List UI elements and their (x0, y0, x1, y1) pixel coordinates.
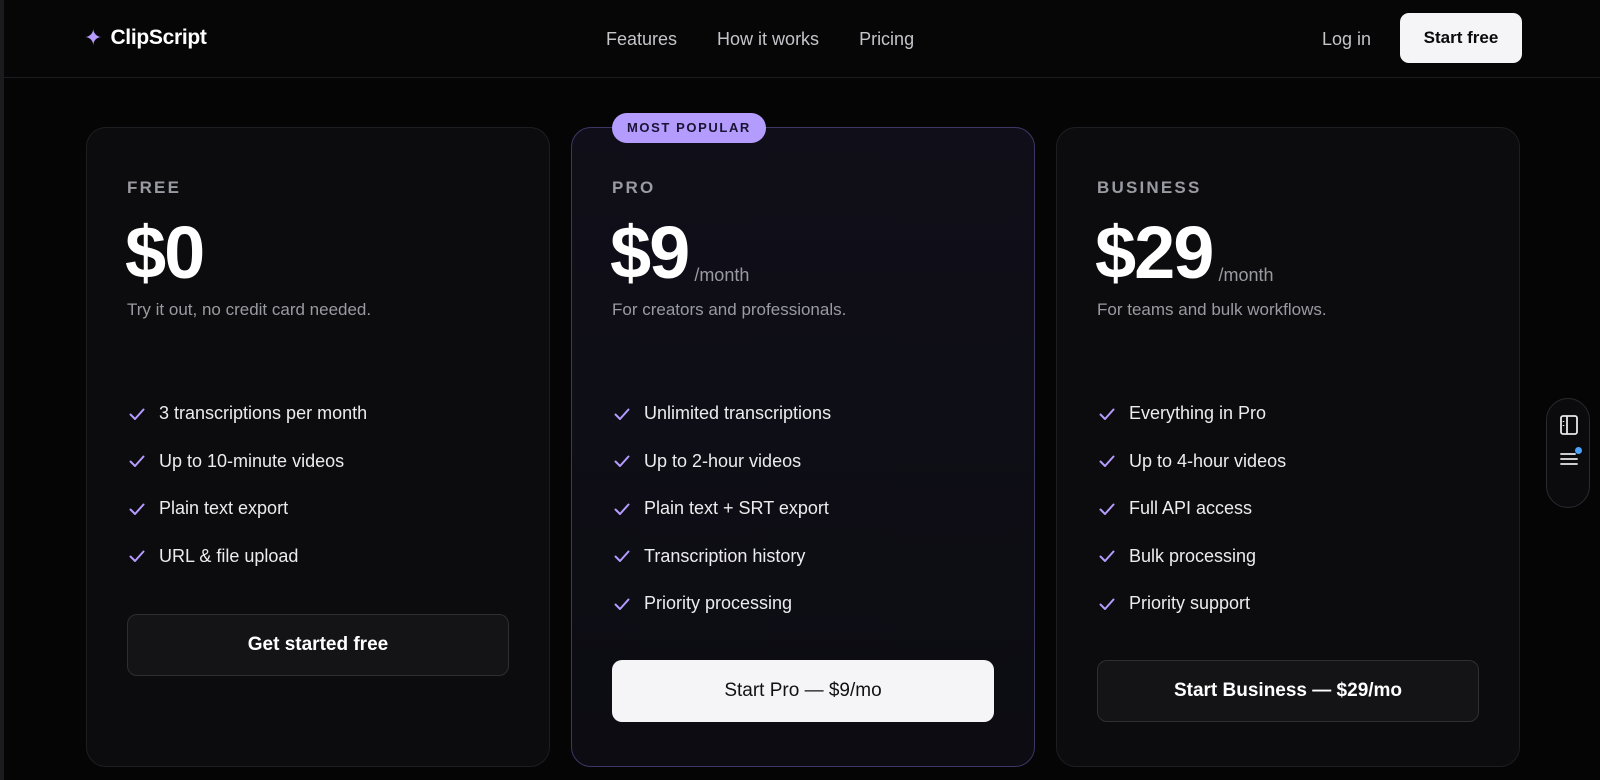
plan-tagline: Try it out, no credit card needed. (127, 300, 372, 319)
nav-link-features[interactable]: Features (606, 29, 677, 50)
plan-price: $9 (610, 211, 690, 294)
floating-side-widget (1546, 398, 1590, 508)
check-icon (1099, 455, 1115, 468)
login-link[interactable]: Log in (1322, 24, 1371, 54)
plan-card-pro: MOST POPULAR PRO $9 /month For creators … (571, 113, 1035, 767)
feature-label: Full API access (1129, 498, 1253, 519)
price-row: $29 /month (1095, 208, 1274, 298)
get-started-free-button[interactable]: Get started free (127, 614, 509, 676)
feature-label: Plain text + SRT export (644, 498, 829, 519)
plan-tagline: For creators and professionals. (612, 300, 847, 319)
feature-list: Unlimited transcriptions Up to 2-hour vi… (612, 390, 831, 628)
feature-label: Up to 10-minute videos (159, 450, 345, 471)
pricing-page: ✦ ClipScript Features How it works Prici… (0, 0, 1600, 780)
feature-item: Plain text + SRT export (612, 485, 831, 533)
feature-item: Transcription history (612, 533, 831, 581)
feature-item: 3 transcriptions per month (127, 390, 367, 438)
check-icon (1099, 503, 1115, 515)
brand-name: ClipScript (110, 26, 207, 49)
feature-item: URL & file upload (127, 533, 367, 581)
plan-name: PRO (612, 178, 656, 197)
check-icon (129, 550, 145, 563)
plan-card-business: BUSINESS $29 /month For teams and bulk w… (1056, 127, 1520, 767)
check-icon (129, 455, 145, 468)
window-edge (0, 0, 4, 780)
feature-item: Everything in Pro (1097, 390, 1286, 438)
start-pro-button[interactable]: Start Pro — $9/mo (612, 660, 994, 722)
brand-logo[interactable]: ✦ ClipScript (84, 22, 207, 54)
feature-label: Unlimited transcriptions (644, 403, 832, 424)
check-icon (614, 455, 630, 468)
price-row: $0 (125, 208, 205, 298)
plan-period: /month (1218, 265, 1274, 285)
feature-item: Priority processing (612, 580, 831, 628)
plan-tagline: For teams and bulk workflows. (1097, 300, 1327, 319)
sidebar-panel-icon[interactable] (1557, 413, 1581, 437)
notification-dot (1575, 447, 1582, 454)
check-icon (1099, 408, 1115, 420)
nav-link-how-it-works[interactable]: How it works (717, 29, 819, 50)
feature-item: Up to 10-minute videos (127, 438, 367, 486)
feature-label: Plain text export (159, 498, 289, 519)
most-popular-badge: MOST POPULAR (612, 113, 766, 143)
check-icon (129, 503, 145, 515)
feature-item: Up to 2-hour videos (612, 438, 831, 486)
nav-link-pricing[interactable]: Pricing (859, 29, 914, 50)
plan-period: /month (694, 265, 750, 285)
feature-label: Everything in Pro (1129, 403, 1267, 424)
check-icon (614, 550, 630, 563)
check-icon (129, 408, 145, 420)
feature-label: Priority processing (644, 593, 793, 614)
plan-price: $29 (1095, 211, 1214, 294)
main-nav: Features How it works Pricing (606, 24, 914, 54)
start-business-button[interactable]: Start Business — $29/mo (1097, 660, 1479, 722)
feature-label: Bulk processing (1129, 545, 1257, 566)
feature-label: Priority support (1129, 593, 1251, 614)
feature-label: 3 transcriptions per month (159, 403, 368, 424)
start-free-button[interactable]: Start free (1400, 13, 1522, 63)
feature-label: URL & file upload (159, 545, 299, 566)
feature-label: Transcription history (644, 545, 806, 566)
feature-list: Everything in Pro Up to 4-hour videos Fu… (1097, 390, 1286, 628)
feature-item: Up to 4-hour videos (1097, 438, 1286, 486)
site-header: ✦ ClipScript Features How it works Prici… (4, 0, 1600, 78)
check-icon (614, 408, 630, 420)
check-icon (614, 598, 630, 610)
feature-item: Unlimited transcriptions (612, 390, 831, 438)
sparkle-icon: ✦ (84, 25, 103, 50)
feature-item: Priority support (1097, 580, 1286, 628)
check-icon (1099, 550, 1115, 563)
plan-name: FREE (127, 178, 182, 197)
feature-label: Up to 4-hour videos (1129, 450, 1287, 471)
plan-price: $0 (125, 211, 205, 294)
plan-card-free: FREE $0 Try it out, no credit card neede… (86, 127, 550, 767)
price-row: $9 /month (610, 208, 749, 298)
feature-list: 3 transcriptions per month Up to 10-minu… (127, 390, 367, 580)
feature-label: Up to 2-hour videos (644, 450, 802, 471)
check-icon (614, 503, 630, 515)
feature-item: Bulk processing (1097, 533, 1286, 581)
check-icon (1099, 598, 1115, 610)
feature-item: Full API access (1097, 485, 1286, 533)
plan-name: BUSINESS (1097, 178, 1202, 197)
feature-item: Plain text export (127, 485, 367, 533)
